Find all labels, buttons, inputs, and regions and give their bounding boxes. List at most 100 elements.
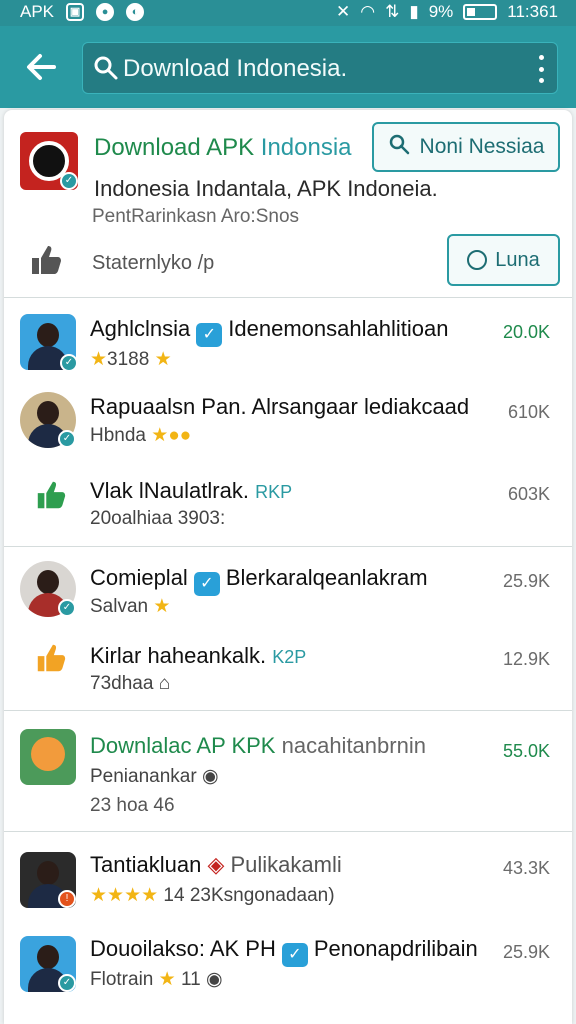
luna-label: Luna [495,248,540,271]
carrier-label: APK [20,2,55,21]
like-label: Staternlyko /p [92,252,215,274]
battery-percent: 9% [428,2,454,21]
item-title-extra: Idenemonsahlahlitioan [228,316,449,341]
globe-icon: ◉ [201,766,219,787]
item-rating: ★★★★ 14 23Ksngonadaan) [90,884,335,907]
signal-icon: ▮ [409,2,419,21]
item-count: 603K [507,484,550,504]
verified-badge-icon: ✓ [60,354,78,372]
list-item[interactable]: ✓ Comieplal ✓ Blerkaralqeanlakram Salvan ★… [4,547,572,631]
thumbs-up-icon [34,641,68,675]
home-icon: ⌂ [158,673,171,694]
thumbs-up-icon [34,478,68,512]
verified-check-icon: ✓ [193,572,220,596]
item-sub: Penianankar ◉ [90,765,219,788]
verified-badge-icon: ✓ [58,974,76,992]
star-rating-icon: ★★★★ [90,885,159,906]
avatar [20,729,76,785]
list-item[interactable]: Kirlar haheankalk. K2P 73dhaa ⌂ 12.9K [4,631,572,709]
item-rating-text: 14 23Ksngonadaan) [163,885,335,906]
item-rating-number: 11 [180,969,201,990]
luna-button[interactable]: Luna [447,234,560,286]
alert-badge-icon: ! [58,890,76,908]
item-title: Rapuaalsn Pan. Alrsangaar lediakcaad [90,394,470,419]
featured-app-card[interactable]: ✓ Download APK Indonsia Indonesia Indant… [4,110,572,298]
item-sub: 20oalhiaa 3903: [90,508,226,529]
emoji-icon: ●● [168,425,192,446]
item-meta: 23 hoa 46 [90,795,175,816]
item-rating: Salvan ★ [90,595,170,618]
item-title-text: Tantiakluan [90,852,202,877]
item-rating: Flotrain ★ 11 ◉ [90,968,223,991]
star-icon: ★ [90,349,108,370]
item-rating: ★3188 ★ [90,348,172,371]
item-count: 25.9K [502,942,550,962]
item-sub-text: 73dhaa [90,673,154,694]
list-item[interactable]: Vlak lNaulatlrak. RKP 20oalhiaa 3903: 60… [4,466,572,546]
item-count: 12.9K [502,649,550,669]
search-action-button[interactable]: Noni Nessiaa [372,122,560,172]
list-item[interactable]: ✓ Aghlclnsia ✓ Idenemonsahlahlitioan ★3188… [4,300,572,388]
star-icon: ★ [153,596,171,617]
item-rating-text: Hbnda [90,425,146,446]
item-title-text: Kirlar haheankalk. [90,643,267,668]
verified-check-icon: ✓ [281,943,308,967]
item-sub-text: Penianankar [90,766,197,787]
featured-app-meta: PentRarinkasn Aro:Snos [92,206,300,227]
app-logo: ✓ [20,132,78,190]
globe-icon: ◉ [205,969,223,990]
shield-icon: ◐ [126,3,145,21]
star-icon: ★ [151,425,169,446]
circle-icon: ● [96,3,115,21]
item-sub: 73dhaa ⌂ [90,673,170,695]
circle-arrow-icon [467,250,488,270]
mute-icon: ✕ [335,2,351,21]
item-count: 43.3K [502,858,550,878]
image-icon: ▣ [66,3,85,21]
item-title-text: Douoilakso: AK PH [90,936,276,961]
arrow-left-icon[interactable] [22,48,60,86]
app-bar: Download Indonesia. [0,26,576,108]
title-part-accent: Indonsia [260,134,352,161]
item-title: Douoilakso: AK PH ✓ Penonapdrilibain [90,936,478,967]
verified-badge-icon: ✓ [60,172,78,190]
list-item[interactable]: ✓ Rapuaalsn Pan. Alrsangaar lediakcaad H… [4,388,572,472]
shield-icon: ◈ [207,852,225,877]
search-icon [93,55,119,81]
item-count: 610K [507,402,550,422]
search-action-label: Noni Nessiaa [419,135,545,158]
star-icon: ★ [158,969,176,990]
item-title: Vlak lNaulatlrak. RKP [90,478,292,504]
list-item[interactable]: ✓ Douoilakso: AK PH ✓ Penonapdrilibain Flo… [4,924,572,1016]
item-title-extra: nacahitanbrnin [281,733,426,758]
item-title: Aghlclnsia ✓ Idenemonsahlahlitioan [90,316,448,347]
item-rating: Hbnda ★●● [90,424,191,447]
item-title: Kirlar haheankalk. K2P [90,643,306,669]
item-count: 25.9K [502,571,550,591]
item-title-text: Comieplal [90,565,188,590]
search-input[interactable]: Download Indonesia. [123,55,347,83]
item-title: Comieplal ✓ Blerkaralqeanlakram [90,565,428,596]
title-part-main: Download APK [94,134,255,161]
wifi-icon: ◠ [360,2,376,21]
item-count: 55.0K [502,741,550,761]
item-title-extra: Blerkaralqeanlakram [225,565,428,590]
search-icon [388,133,410,161]
item-title: Tantiakluan ◈ Pulikakamli [90,852,342,878]
featured-app-title: Download APK Indonsia [94,134,352,162]
featured-app-subtitle: Indonesia Indantala, APK Indoneia. [94,176,438,201]
item-title-text: Downlalac AP KPK [90,733,276,758]
item-title-extra: Pulikakamli [230,852,342,877]
search-bar[interactable]: Download Indonesia. [82,42,558,94]
item-tag: RKP [255,482,293,502]
status-bar: APK ▣ ● ◐ ✕ ◠ ⇅ ▮ 9% 11:361 [0,0,576,26]
item-title-extra: Penonapdrilibain [313,936,478,961]
data-icon: ⇅ [385,2,400,21]
more-vert-icon[interactable] [535,55,547,83]
item-title: Downlalac AP KPK nacahitanbrnin [90,733,426,759]
list-item[interactable]: Downlalac AP KPK nacahitanbrnin Penianan… [4,711,572,831]
list-item[interactable]: ! Tantiakluan ◈ Pulikakamli ★★★★ 14 23Ks… [4,832,572,924]
thumbs-up-icon[interactable] [28,242,64,278]
item-rating-text: Flotrain [90,969,154,990]
item-rating-text: Salvan [90,596,149,617]
